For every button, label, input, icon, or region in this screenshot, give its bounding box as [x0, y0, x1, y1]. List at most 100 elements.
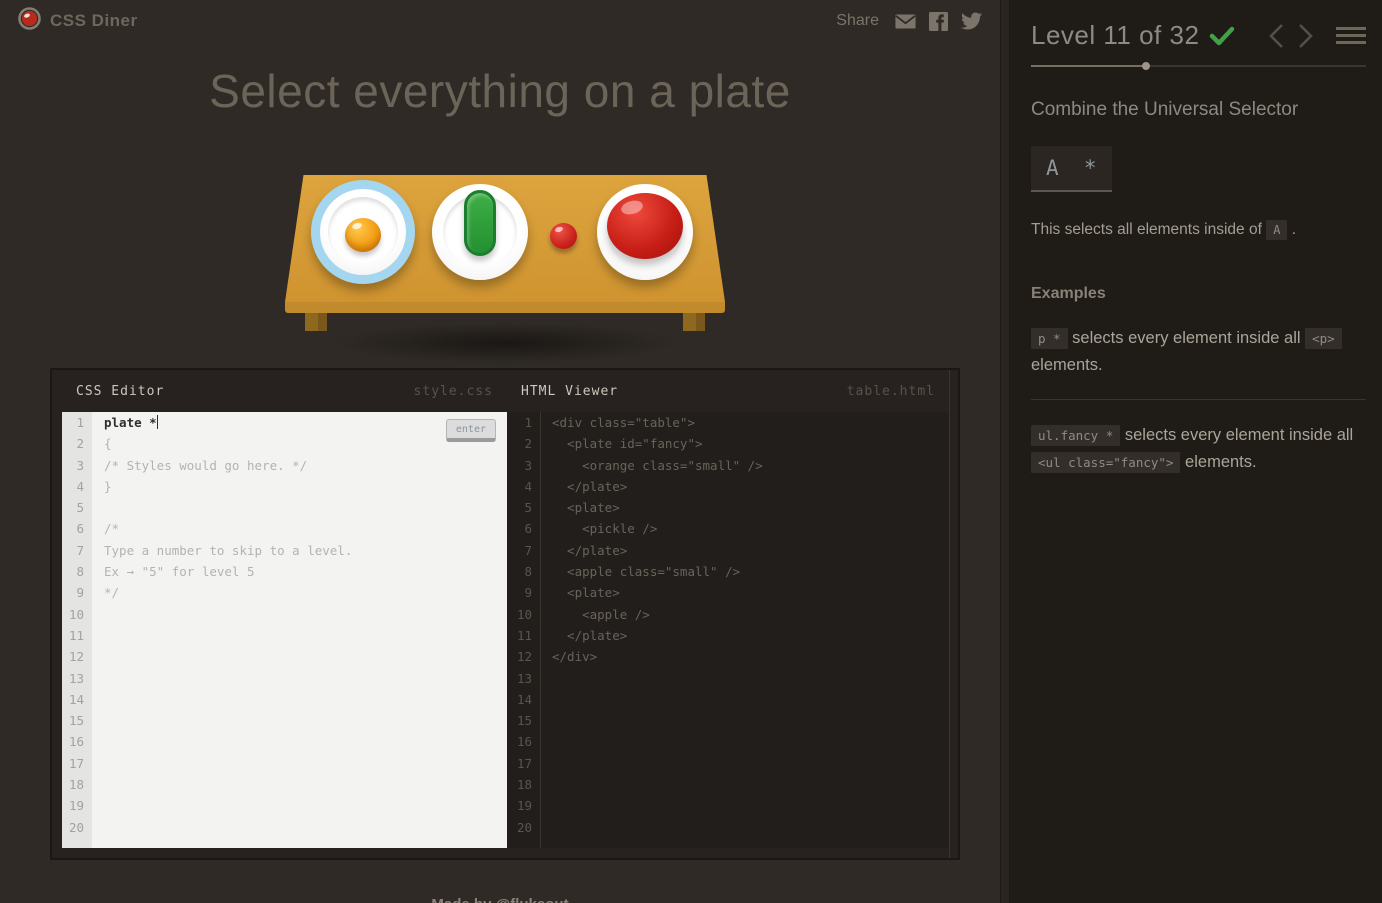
css-editor-pane: CSS Editor style.css enter 1 plate * 2{3/*… [62, 370, 507, 858]
code-line: 11 </plate> [507, 625, 949, 646]
code-line: 9 <plate> [507, 582, 949, 603]
level-progress-thumb[interactable] [1142, 62, 1151, 70]
logo[interactable]: CSS Diner [18, 7, 138, 35]
code-line: 19 [507, 795, 949, 816]
line-number: 4 [524, 478, 532, 494]
tomato-icon [18, 7, 41, 35]
line-number: 2 [524, 436, 532, 452]
code-line: 14 [507, 689, 949, 710]
code-line: 11 [62, 625, 507, 646]
main-column: CSS Diner Share Select everything on a p… [0, 0, 1000, 903]
code-line: 18 [62, 774, 507, 795]
css-editor-lines: 1 plate * 2{3/* Styles would go here. */4}… [62, 412, 507, 838]
line-number: 17 [68, 755, 84, 771]
code-line: 7 Type a number to skip to a level. [62, 540, 507, 561]
line-text: <apple class="small" /> [552, 564, 741, 580]
lesson-description: This selects all elements inside of A . [1031, 217, 1366, 243]
line-number: 1 [524, 415, 532, 430]
text-fragment: elements. [1180, 453, 1257, 471]
code-line: 6 <pickle /> [507, 518, 949, 539]
code-line: 10 <apple /> [507, 604, 949, 625]
table-scene [257, 168, 753, 372]
line-text: <apple /> [552, 606, 650, 622]
line-number: 18 [516, 777, 532, 793]
line-number: 1 [76, 415, 84, 430]
logo-text: CSS Diner [50, 11, 138, 30]
code-line: 3 <orange class="small" /> [507, 455, 949, 476]
line-number: 19 [68, 798, 84, 814]
line-text [540, 817, 552, 838]
example-2: ul.fancy * selects every element inside … [1031, 422, 1366, 476]
examples-heading: Examples [1031, 285, 1106, 302]
css-editor-header: CSS Editor style.css [62, 370, 507, 412]
apple[interactable] [607, 193, 683, 259]
plate[interactable] [432, 184, 528, 280]
code-line: 17 [62, 753, 507, 774]
text-cursor [156, 415, 158, 429]
code-line: 5 [62, 497, 507, 518]
footer-credit: Made by @flukeout [0, 896, 1000, 903]
text-fragment: selects every element inside all [1067, 329, 1306, 347]
code-line: 20 [62, 817, 507, 838]
html-viewer-filename: table.html [846, 383, 935, 399]
line-number: 9 [76, 585, 84, 601]
line-number: 9 [524, 585, 532, 601]
text-fragment: selects every element inside all [1120, 426, 1354, 444]
line-number: 20 [516, 819, 532, 835]
level-progress-fill [1031, 65, 1147, 67]
line-text: */ [104, 585, 120, 601]
html-viewer-pane: HTML Viewer table.html 1 <div class="tabl… [507, 370, 950, 858]
level-row: Level 11 of 32 [1031, 20, 1366, 51]
line-text: </plate> [552, 478, 628, 494]
line-number: 2 [76, 436, 84, 452]
line-number: 3 [76, 457, 84, 473]
table-shadow [257, 314, 753, 372]
pickle[interactable] [464, 190, 496, 256]
line-text [92, 689, 104, 710]
plate[interactable] [597, 184, 693, 280]
line-text [92, 710, 104, 731]
table-leg [305, 313, 327, 331]
line-number: 17 [516, 755, 532, 771]
line-text: </plate> [552, 627, 628, 643]
line-text [540, 795, 552, 816]
level-progress-bar[interactable] [1031, 62, 1366, 70]
email-share-icon[interactable] [895, 14, 916, 29]
line-text: plate * [104, 415, 158, 430]
code-line: 19 [62, 795, 507, 816]
line-number: 5 [524, 500, 532, 516]
line-number: 8 [76, 564, 84, 580]
orange-small[interactable] [345, 218, 381, 252]
code-line: 17 [507, 753, 949, 774]
line-text [540, 753, 552, 774]
line-text [92, 731, 104, 752]
page-title: Select everything on a plate [209, 65, 791, 117]
code-line: 6 /* [62, 518, 507, 539]
twitter-share-icon[interactable] [961, 12, 982, 30]
html-viewer-header: HTML Viewer table.html [507, 370, 949, 412]
line-number: 10 [516, 606, 532, 622]
html-viewer-code-area: 1 <div class="table"> 2 <plate id="fancy">… [507, 412, 949, 848]
menu-icon[interactable] [1336, 23, 1366, 48]
share-bar: Share [836, 11, 982, 31]
facebook-share-icon[interactable] [929, 11, 948, 31]
line-text [92, 774, 104, 795]
code-line: 8 Ex → "5" for level 5 [62, 561, 507, 582]
line-text [540, 689, 552, 710]
apple-small[interactable] [550, 223, 577, 249]
line-number: 15 [516, 713, 532, 729]
text-fragment: . [1287, 221, 1297, 238]
main-scrollbar[interactable] [1000, 0, 1010, 903]
example-divider [1031, 399, 1366, 400]
fancy-plate[interactable] [311, 180, 415, 284]
line-text: { [104, 436, 112, 452]
next-level-icon[interactable] [1298, 23, 1314, 49]
code-line: 2{ [62, 433, 507, 454]
line-text [92, 604, 104, 625]
line-number: 11 [516, 627, 532, 643]
css-editor-input-area[interactable]: enter 1 plate * 2{3/* Styles would go here… [62, 412, 507, 848]
enter-button[interactable]: enter [445, 419, 496, 442]
level-complete-check-icon [1209, 25, 1235, 47]
previous-level-icon[interactable] [1268, 23, 1284, 49]
code-line: 1 plate * [62, 412, 507, 433]
